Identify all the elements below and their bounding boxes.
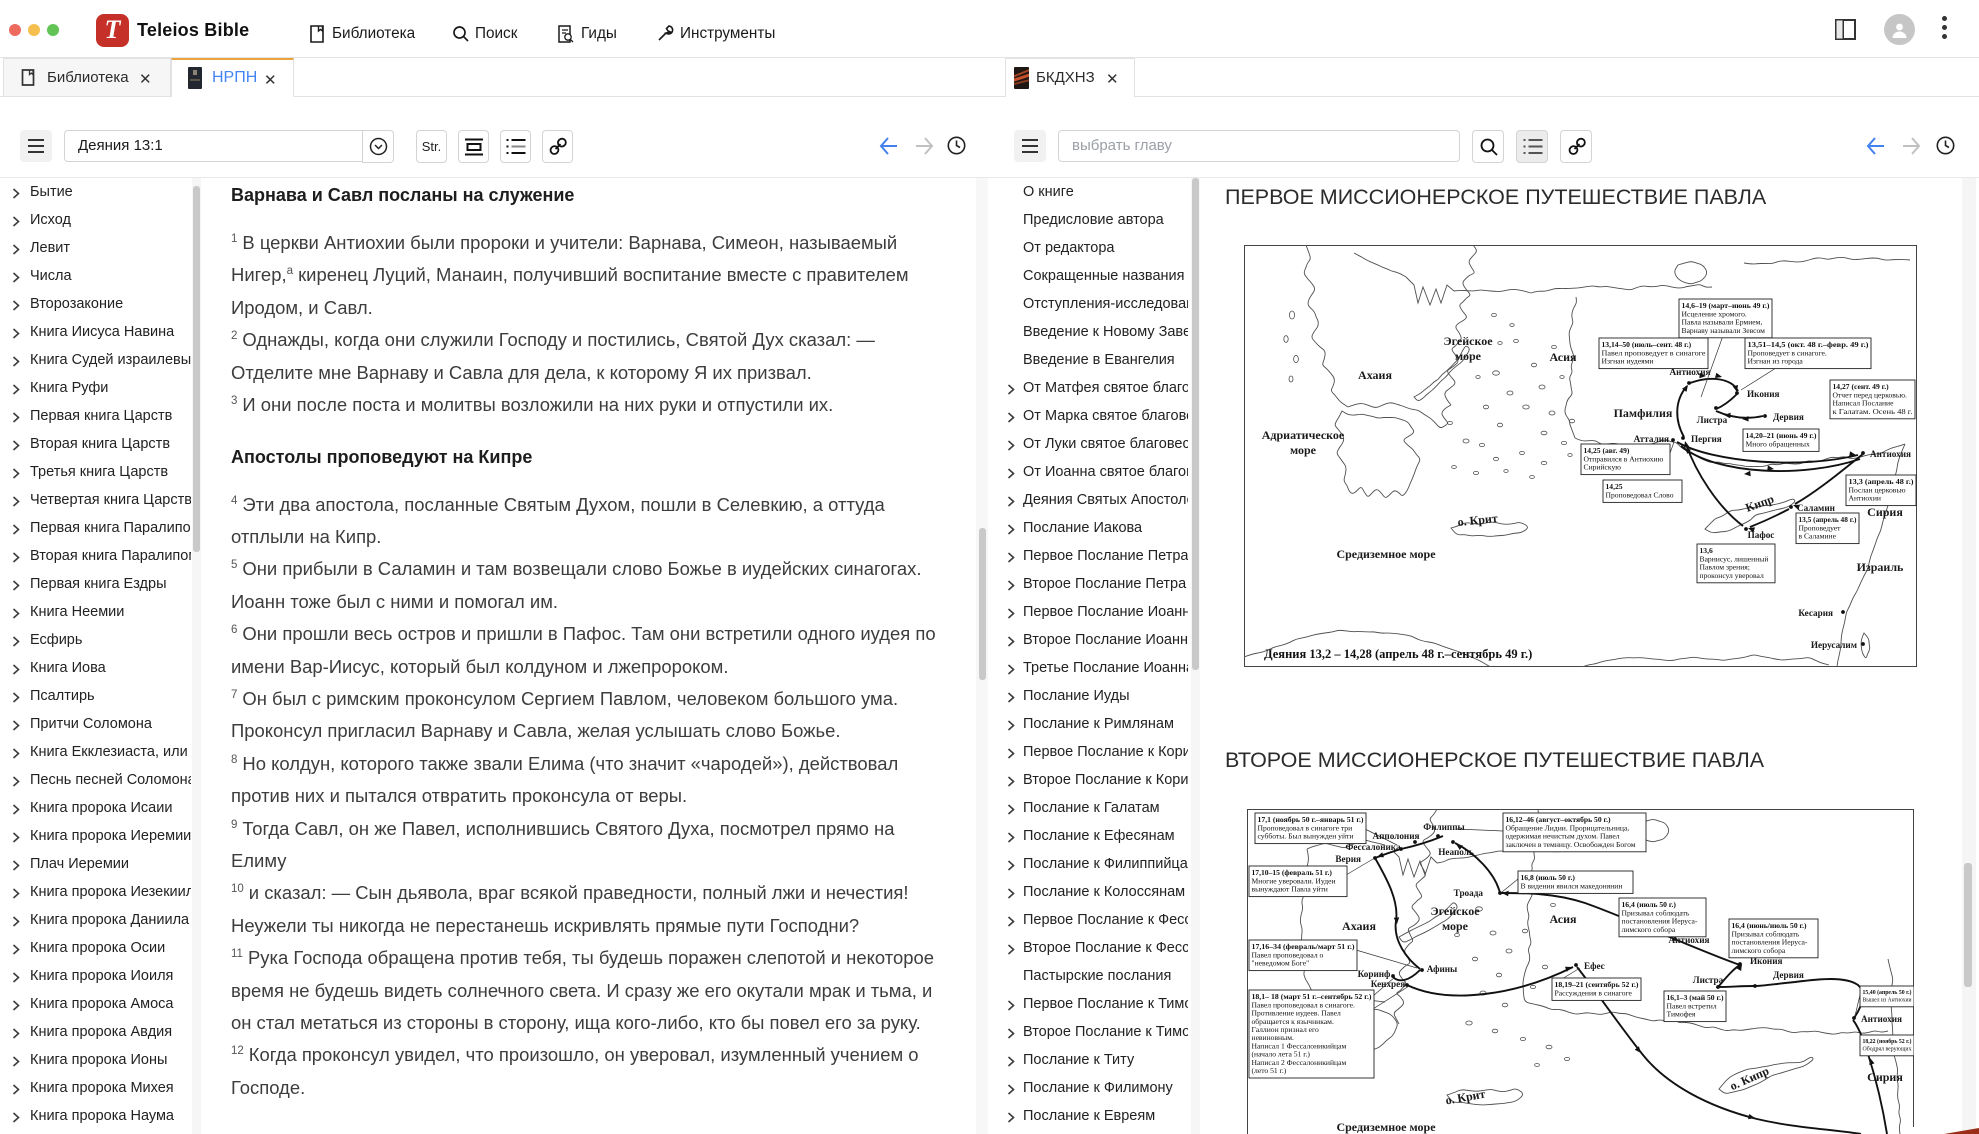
svg-text:в Саламине: в Саламине xyxy=(1799,532,1837,541)
svg-text:Дервия: Дервия xyxy=(1773,970,1804,980)
svg-text:Икония: Икония xyxy=(1750,956,1782,966)
svg-text:Атталия: Атталия xyxy=(1634,434,1669,444)
svg-text:море: море xyxy=(1442,919,1469,933)
svg-text:Ефес: Ефес xyxy=(1584,961,1605,971)
svg-text:Пафос: Пафос xyxy=(1748,530,1775,540)
svg-text:Иерусалим: Иерусалим xyxy=(1811,640,1857,650)
svg-text:Пергия: Пергия xyxy=(1691,434,1722,444)
svg-text:Проповедовал Слово: Проповедовал Слово xyxy=(1606,490,1674,499)
svg-text:Троада: Троада xyxy=(1454,888,1484,898)
svg-text:Икония: Икония xyxy=(1747,389,1779,399)
svg-text:Средиземное море: Средиземное море xyxy=(1336,1120,1436,1134)
svg-text:Изгнан иудеями: Изгнан иудеями xyxy=(1602,357,1654,366)
svg-text:Коринф: Коринф xyxy=(1358,969,1391,979)
svg-text:Сирия: Сирия xyxy=(1867,505,1903,519)
svg-text:лимского собора: лимского собора xyxy=(1732,946,1786,955)
svg-text:Антиохия: Антиохия xyxy=(1870,449,1911,459)
svg-text:Деяния 13,2 – 14,28 (апрель 48: Деяния 13,2 – 14,28 (апрель 48 г.–сентяб… xyxy=(1264,647,1532,661)
svg-text:Кесария: Кесария xyxy=(1798,608,1833,618)
svg-text:Изгнан из города: Изгнан из города xyxy=(1748,357,1804,366)
svg-text:Памфилия: Памфилия xyxy=(1614,406,1673,420)
svg-text:Ахаия: Ахаия xyxy=(1342,919,1376,933)
svg-text:Листра: Листра xyxy=(1697,415,1728,425)
svg-text:Сирия: Сирия xyxy=(1867,1070,1903,1084)
svg-text:Кенхрея: Кенхрея xyxy=(1371,979,1405,989)
svg-text:Рассуждения в синагоге: Рассуждения в синагоге xyxy=(1555,988,1633,997)
svg-text:Адриатическое: Адриатическое xyxy=(1262,428,1345,442)
svg-text:Асия: Асия xyxy=(1549,912,1577,926)
svg-text:лимского собора: лимского собора xyxy=(1622,925,1676,934)
svg-text:Апполония: Апполония xyxy=(1372,831,1419,841)
svg-text:(лето 51 г.): (лето 51 г.) xyxy=(1252,1066,1287,1075)
svg-text:Израиль: Израиль xyxy=(1857,560,1904,574)
svg-text:море: море xyxy=(1455,349,1482,363)
svg-text:18,22 (ноябрь 52 г.): 18,22 (ноябрь 52 г.) xyxy=(1863,1038,1912,1045)
svg-text:Филиппы: Филиппы xyxy=(1423,822,1464,832)
svg-text:проконсул уверовал: проконсул уверовал xyxy=(1700,571,1764,580)
svg-text:к Галатам. Осень 48 г.: к Галатам. Осень 48 г. xyxy=(1833,407,1913,416)
svg-text:субботы. Был вынужден уйти: субботы. Был вынужден уйти xyxy=(1258,832,1354,841)
svg-text:Листра: Листра xyxy=(1693,975,1724,985)
svg-text:Ахаия: Ахаия xyxy=(1358,368,1392,382)
svg-text:Саламин: Саламин xyxy=(1797,503,1836,513)
svg-text:Тимофея: Тимофея xyxy=(1667,1010,1696,1019)
svg-text:Много обращенных: Много обращенных xyxy=(1746,439,1811,448)
svg-text:Средиземное море: Средиземное море xyxy=(1336,547,1436,561)
svg-text:Неаполь: Неаполь xyxy=(1438,847,1474,857)
svg-text:Варнаву называли Зевсом: Варнаву называли Зевсом xyxy=(1682,326,1766,335)
svg-text:Антиохия: Антиохия xyxy=(1861,1014,1902,1024)
svg-text:Асия: Асия xyxy=(1549,350,1577,364)
svg-text:вынуждают Павла уйти: вынуждают Павла уйти xyxy=(1252,885,1328,894)
svg-text:15,40 (апрель 50 г.): 15,40 (апрель 50 г.) xyxy=(1863,989,1912,996)
svg-text:Сирийскую: Сирийскую xyxy=(1584,463,1622,472)
svg-text:В видении явился македонянин: В видении явился македонянин xyxy=(1521,881,1623,890)
svg-text:Дервия: Дервия xyxy=(1773,412,1804,422)
svg-text:Ободрял верующих: Ободрял верующих xyxy=(1863,1045,1913,1052)
svg-text:Вышел из Антиохии: Вышел из Антиохии xyxy=(1863,996,1913,1003)
svg-text:Фессалоника: Фессалоника xyxy=(1345,842,1401,852)
svg-text:Эгейское: Эгейское xyxy=(1443,334,1493,348)
svg-text:Верия: Верия xyxy=(1335,854,1361,864)
svg-text:Афины: Афины xyxy=(1427,964,1457,974)
svg-text:Антиохия: Антиохия xyxy=(1670,367,1711,377)
svg-text:Эгейское: Эгейское xyxy=(1430,904,1480,918)
svg-text:"неведомом Боге": "неведомом Боге" xyxy=(1252,959,1310,968)
svg-text:море: море xyxy=(1290,443,1317,457)
svg-text:Антиохии: Антиохии xyxy=(1849,494,1881,503)
svg-text:заключен в темницу. Освобожден: заключен в темницу. Освобожден Богом xyxy=(1506,840,1636,849)
